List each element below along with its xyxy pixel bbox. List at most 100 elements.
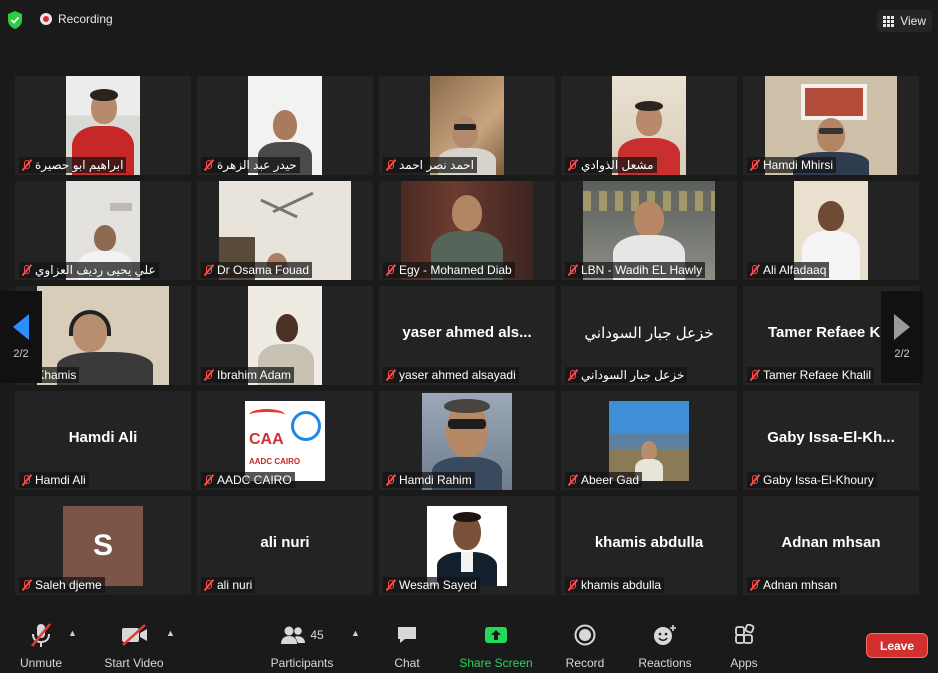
unmute-button[interactable]: Unmute: [18, 622, 64, 670]
participant-tile[interactable]: khamis abdulla khamis abdulla: [561, 496, 737, 595]
participant-tile[interactable]: yaser ahmed als... yaser ahmed alsayadi: [379, 286, 555, 385]
participant-name-tag: احمد نصر احمد: [383, 157, 478, 173]
participant-tile[interactable]: Egy - Mohamed Diab: [379, 181, 555, 280]
muted-microphone-icon: [29, 622, 53, 648]
participant-tile[interactable]: Wesam Sayed: [379, 496, 555, 595]
muted-mic-icon: [385, 159, 396, 171]
aadc-logo-subtext: AADC CAIRO: [249, 457, 301, 466]
participant-name: Hamdi Ali: [35, 473, 86, 487]
participant-name-tag: Ibrahim Adam: [201, 367, 295, 383]
muted-mic-icon: [203, 264, 214, 276]
participant-name: Wesam Sayed: [399, 578, 477, 592]
participant-name-tag: Wesam Sayed: [383, 577, 480, 593]
participants-options-caret-icon[interactable]: ▲: [351, 628, 360, 638]
reactions-button[interactable]: Reactions: [638, 622, 692, 670]
muted-mic-icon: [567, 264, 578, 276]
muted-mic-icon: [21, 159, 32, 171]
participant-name: احمد نصر احمد: [399, 158, 475, 172]
participant-name-tag: yaser ahmed alsayadi: [383, 367, 519, 383]
muted-mic-icon: [385, 474, 396, 486]
participant-name: AADC CAIRO: [217, 473, 292, 487]
participant-tile[interactable]: S Saleh djeme: [15, 496, 191, 595]
apps-icon: [733, 622, 755, 648]
participant-name-tag: AADC CAIRO: [201, 472, 295, 488]
chat-button[interactable]: Chat: [392, 622, 422, 670]
apps-button[interactable]: Apps: [728, 622, 760, 670]
muted-mic-icon: [203, 159, 214, 171]
previous-page-button[interactable]: 2/2: [0, 291, 42, 383]
muted-mic-icon: [567, 159, 578, 171]
next-page-button[interactable]: 2/2: [881, 291, 923, 383]
participant-tile[interactable]: Hamdi Mhirsi: [743, 76, 919, 175]
shield-icon[interactable]: [6, 10, 24, 30]
muted-mic-icon: [749, 579, 760, 591]
participant-tile[interactable]: احمد نصر احمد: [379, 76, 555, 175]
participant-tile[interactable]: Gaby Issa-El-Kh... Gaby Issa-El-Khoury: [743, 391, 919, 490]
aadc-logo-text: CAA: [249, 431, 284, 448]
meeting-top-bar: Recording View: [0, 0, 938, 42]
participant-name: Tamer Refaee Khalil: [763, 368, 872, 382]
participant-tile[interactable]: Adnan mhsan Adnan mhsan: [743, 496, 919, 595]
video-options-caret-icon[interactable]: ▲: [166, 628, 175, 638]
share-screen-button[interactable]: Share Screen: [459, 622, 533, 670]
record-button[interactable]: Record: [564, 622, 606, 670]
participant-tile[interactable]: Dr Osama Fouad: [197, 181, 373, 280]
participant-tile[interactable]: Abeer Gad: [561, 391, 737, 490]
participant-tile[interactable]: CAA AADC CAIRO AADC CAIRO: [197, 391, 373, 490]
muted-mic-icon: [749, 369, 760, 381]
apps-label: Apps: [730, 656, 758, 670]
view-button[interactable]: View: [877, 10, 932, 32]
participant-name: ابراهيم ابو حصيرة: [35, 158, 124, 172]
participant-tile[interactable]: LBN - Wadih EL Hawly: [561, 181, 737, 280]
share-screen-icon: [484, 622, 508, 648]
avatar: S: [63, 506, 143, 586]
unmute-label: Unmute: [19, 656, 63, 670]
muted-mic-icon: [567, 474, 578, 486]
muted-mic-icon: [203, 474, 214, 486]
participant-display-name: khamis abdulla: [594, 534, 704, 551]
participants-button[interactable]: 45 Participants: [270, 622, 334, 670]
participant-name-tag: Tamer Refaee Khalil: [747, 367, 875, 383]
participant-name-tag: LBN - Wadih EL Hawly: [565, 262, 706, 278]
participant-tile[interactable]: حيدر عبد الزهرة: [197, 76, 373, 175]
participant-tile[interactable]: مشعل الذوادي: [561, 76, 737, 175]
participant-name: Ibrahim Adam: [217, 368, 292, 382]
participant-name-tag: Dr Osama Fouad: [201, 262, 313, 278]
participant-tile[interactable]: Ibrahim Adam: [197, 286, 373, 385]
participant-tile[interactable]: Ali Alfadaaq: [743, 181, 919, 280]
muted-mic-icon: [21, 579, 32, 591]
participant-photo: [427, 506, 507, 586]
aadc-logo: CAA AADC CAIRO: [245, 401, 325, 481]
leave-button[interactable]: Leave: [866, 633, 928, 658]
muted-mic-icon: [21, 474, 32, 486]
participant-tile[interactable]: ali nuri ali nuri: [197, 496, 373, 595]
participant-tile[interactable]: خزعل جبار السوداني خزعل جبار السوداني: [561, 286, 737, 385]
recording-indicator[interactable]: Recording: [40, 12, 113, 26]
recording-label: Recording: [58, 12, 113, 26]
participant-name: Ali Alfadaaq: [763, 263, 827, 277]
grid-view-icon: [883, 15, 895, 27]
start-video-button[interactable]: Start Video: [104, 622, 164, 670]
chevron-right-icon: [894, 314, 910, 340]
participant-name: khamis abdulla: [581, 578, 662, 592]
participant-tile[interactable]: علي يحيى رديف العزاوي: [15, 181, 191, 280]
participant-name-tag: حيدر عبد الزهرة: [201, 157, 300, 173]
reactions-label: Reactions: [638, 656, 692, 670]
participant-tile[interactable]: Hamdi Ali Hamdi Ali: [15, 391, 191, 490]
record-icon: [574, 622, 596, 648]
participant-name: Dr Osama Fouad: [217, 263, 310, 277]
muted-mic-icon: [203, 579, 214, 591]
participant-name: حيدر عبد الزهرة: [217, 158, 297, 172]
participant-display-name: Hamdi Ali: [68, 429, 138, 446]
participant-name: LBN - Wadih EL Hawly: [581, 263, 703, 277]
participant-tile[interactable]: ابراهيم ابو حصيرة: [15, 76, 191, 175]
participant-tile[interactable]: Hamdi Rahim: [379, 391, 555, 490]
record-label: Record: [565, 656, 605, 670]
participants-count: 45: [310, 628, 324, 642]
participant-name: علي يحيى رديف العزاوي: [35, 263, 156, 277]
chevron-left-icon: [13, 314, 29, 340]
audio-options-caret-icon[interactable]: ▲: [68, 628, 77, 638]
page-indicator-right: 2/2: [894, 348, 910, 360]
chat-icon: [396, 622, 418, 648]
participant-name-tag: Hamdi Ali: [19, 472, 89, 488]
